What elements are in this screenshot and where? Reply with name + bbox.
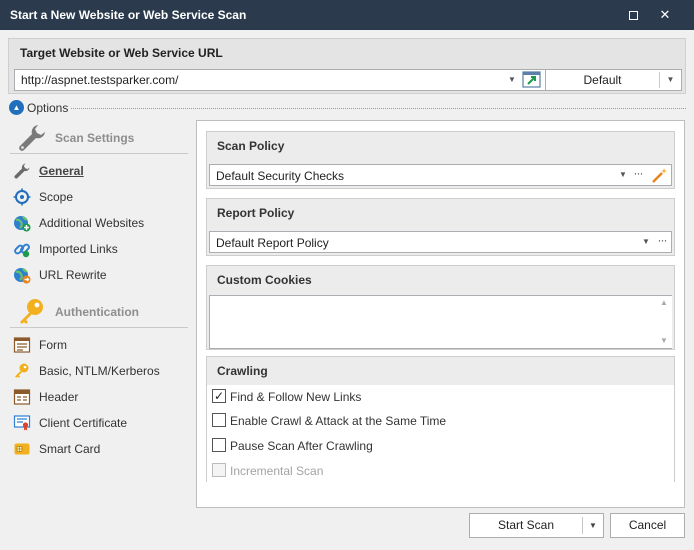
scroll-up-chevron-icon[interactable]: ▲ <box>656 296 672 310</box>
sidebar-item-basic-ntlm-kerberos[interactable]: Basic, NTLM/Kerberos <box>10 360 188 382</box>
scroll-down-chevron-icon[interactable]: ▼ <box>656 334 672 348</box>
scan-settings-header: Scan Settings <box>10 120 188 154</box>
scan-policy-value: Default Security Checks <box>216 169 345 183</box>
options-toggle[interactable]: ▲ Options <box>9 100 687 116</box>
sidebar-item-imported-links[interactable]: Imported Links <box>10 238 188 260</box>
target-url-header: Target Website or Web Service URL <box>20 46 223 60</box>
settings-sidebar: Scan Settings General Scope Additional W… <box>10 120 190 500</box>
magic-wand-icon[interactable] <box>651 167 669 183</box>
checkbox-checked-icon[interactable]: ✓ <box>212 389 226 403</box>
sidebar-item-label: Form <box>39 338 67 352</box>
crawling-group: Crawling ✓ Find & Follow New Links Enabl… <box>206 356 675 483</box>
collapse-chevron-up-icon[interactable]: ▲ <box>9 100 24 115</box>
url-dropdown-chevron-icon[interactable]: ▼ <box>505 70 519 90</box>
start-scan-button[interactable]: Start Scan ▼ <box>469 513 604 538</box>
wrench-icon <box>13 162 31 180</box>
sidebar-item-label: Imported Links <box>39 242 118 256</box>
options-divider <box>71 108 686 109</box>
scan-policy-dropdown-chevron-icon[interactable]: ▼ <box>617 165 629 185</box>
url-input[interactable] <box>15 70 505 90</box>
report-policy-dropdown-chevron-icon[interactable]: ▼ <box>640 232 652 252</box>
custom-cookies-group: Custom Cookies ▲ ▼ <box>206 265 675 350</box>
profile-combo[interactable]: Default ▼ <box>545 69 682 91</box>
globe-rewrite-icon <box>13 266 31 284</box>
scan-settings-title: Scan Settings <box>55 131 135 145</box>
title-bar: Start a New Website or Web Service Scan … <box>0 0 694 30</box>
smart-card-icon <box>13 440 31 458</box>
wrench-icon <box>16 122 48 154</box>
crawl-attack-same-time-checkbox[interactable]: Enable Crawl & Attack at the Same Time <box>212 411 662 429</box>
start-scan-dropdown-chevron-icon[interactable]: ▼ <box>583 514 603 537</box>
sidebar-item-label: Scope <box>39 190 74 204</box>
incremental-scan-checkbox: Incremental Scan <box>212 461 662 479</box>
checkbox-label: Find & Follow New Links <box>230 390 362 404</box>
window-title: Start a New Website or Web Service Scan <box>10 8 247 22</box>
sidebar-item-header[interactable]: Header <box>10 386 188 408</box>
find-follow-links-checkbox[interactable]: ✓ Find & Follow New Links <box>212 387 662 405</box>
profile-dropdown-chevron-icon[interactable]: ▼ <box>660 70 681 90</box>
open-browser-icon[interactable] <box>522 71 542 89</box>
checkbox-disabled-icon <box>212 463 226 477</box>
custom-cookies-header: Custom Cookies <box>217 273 312 287</box>
header-icon <box>13 388 31 406</box>
cancel-button[interactable]: Cancel <box>610 513 685 538</box>
crawling-header: Crawling <box>217 364 268 378</box>
sidebar-item-label: General <box>39 164 84 178</box>
authentication-header: Authentication <box>10 294 188 328</box>
sidebar-item-additional-websites[interactable]: Additional Websites <box>10 212 188 234</box>
sidebar-item-label: Additional Websites <box>39 216 145 230</box>
sidebar-item-label: Header <box>39 390 79 404</box>
link-icon <box>13 240 31 258</box>
sidebar-item-general[interactable]: General <box>10 160 188 182</box>
checkbox-label: Incremental Scan <box>230 464 324 478</box>
report-policy-value: Default Report Policy <box>216 236 329 250</box>
sidebar-item-client-certificate[interactable]: Client Certificate <box>10 412 188 434</box>
cookies-scrollbar[interactable]: ▲ ▼ <box>656 296 672 348</box>
report-policy-more-button[interactable]: ··· <box>655 232 669 252</box>
sidebar-item-url-rewrite[interactable]: URL Rewrite <box>10 264 188 286</box>
globe-add-icon <box>13 214 31 232</box>
certificate-icon <box>13 414 31 432</box>
custom-cookies-box[interactable]: ▲ ▼ <box>209 295 672 349</box>
url-combo[interactable]: ▼ <box>14 69 548 91</box>
start-scan-label[interactable]: Start Scan <box>470 514 582 537</box>
close-button[interactable]: ✕ <box>650 0 680 30</box>
report-policy-header: Report Policy <box>217 206 295 220</box>
options-label: Options <box>27 101 69 115</box>
crawling-options: ✓ Find & Follow New Links Enable Crawl &… <box>207 385 674 483</box>
sidebar-item-form[interactable]: Form <box>10 334 188 356</box>
key-icon <box>13 362 31 380</box>
report-policy-combo[interactable]: Default Report Policy ▼ ··· <box>209 231 672 253</box>
scan-policy-header: Scan Policy <box>217 139 285 153</box>
sidebar-item-label: Smart Card <box>39 442 101 456</box>
sidebar-item-label: Client Certificate <box>39 416 128 430</box>
checkbox-label: Pause Scan After Crawling <box>230 439 373 453</box>
target-icon <box>13 188 31 206</box>
checkbox-unchecked-icon[interactable] <box>212 413 226 427</box>
checkbox-unchecked-icon[interactable] <box>212 438 226 452</box>
target-url-panel: Target Website or Web Service URL ▼ Defa… <box>8 38 686 94</box>
pause-after-crawling-checkbox[interactable]: Pause Scan After Crawling <box>212 436 662 454</box>
maximize-icon <box>628 11 638 21</box>
checkbox-label: Enable Crawl & Attack at the Same Time <box>230 414 447 428</box>
profile-value: Default <box>583 73 622 87</box>
form-icon <box>13 336 31 354</box>
sidebar-item-label: URL Rewrite <box>39 268 107 282</box>
authentication-title: Authentication <box>55 305 139 319</box>
scan-policy-combo[interactable]: Default Security Checks ▼ ··· <box>209 164 672 186</box>
sidebar-item-smart-card[interactable]: Smart Card <box>10 438 188 460</box>
scan-policy-group: Scan Policy Default Security Checks ▼ ··… <box>206 131 675 189</box>
custom-cookies-textarea[interactable] <box>210 296 656 348</box>
key-icon <box>16 296 48 328</box>
general-settings-panel: Scan Policy Default Security Checks ▼ ··… <box>196 120 685 508</box>
report-policy-group: Report Policy Default Report Policy ▼ ··… <box>206 198 675 256</box>
scan-policy-more-button[interactable]: ··· <box>631 165 645 185</box>
sidebar-item-label: Basic, NTLM/Kerberos <box>39 364 160 378</box>
maximize-button[interactable] <box>618 0 648 30</box>
sidebar-item-scope[interactable]: Scope <box>10 186 188 208</box>
